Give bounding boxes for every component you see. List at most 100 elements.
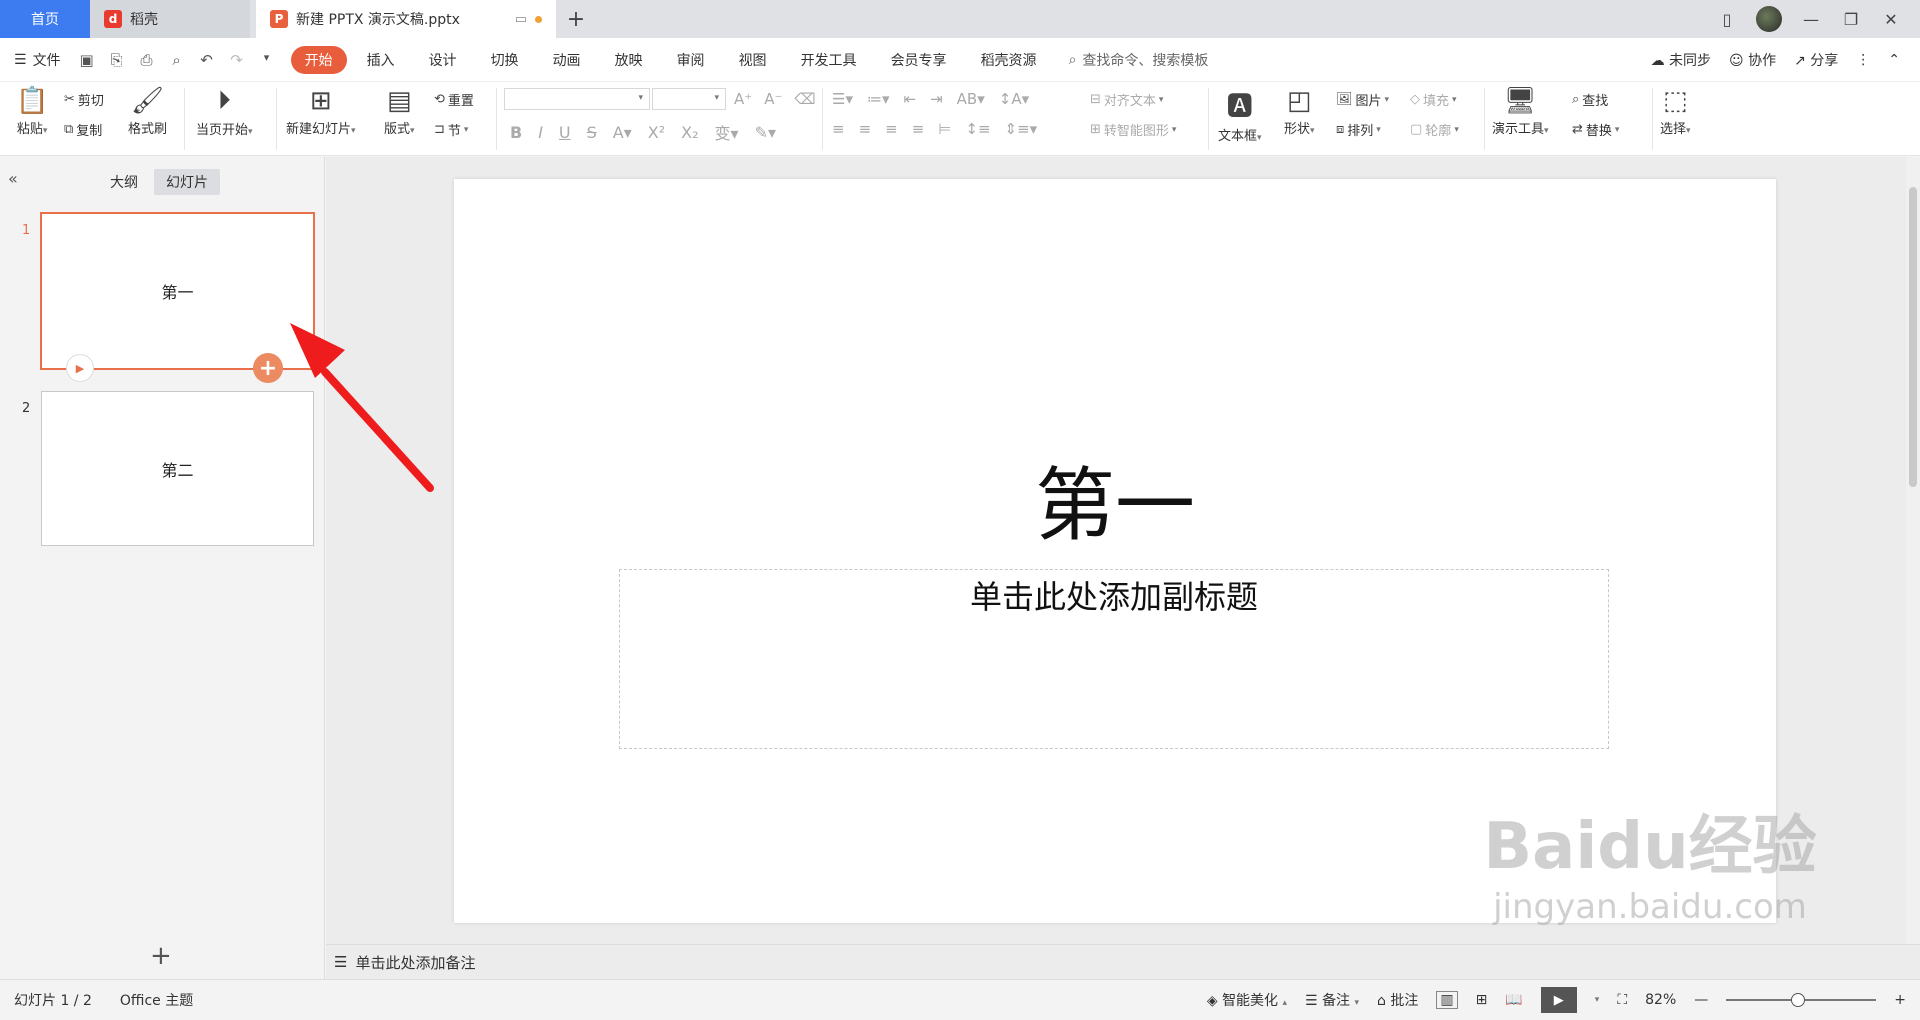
- italic-icon[interactable]: I: [538, 123, 543, 142]
- minimize-icon[interactable]: —: [1800, 10, 1822, 29]
- align-right-icon[interactable]: ≡: [885, 120, 898, 138]
- comments-button[interactable]: ⌂ 批注: [1377, 990, 1418, 1010]
- tab-document[interactable]: P 新建 PPTX 演示文稿.pptx ▭: [256, 0, 556, 38]
- restore-icon[interactable]: ❐: [1840, 10, 1862, 29]
- subscript-icon[interactable]: X₂: [681, 123, 698, 142]
- tab-slides[interactable]: 幻灯片: [154, 169, 220, 195]
- collab-button[interactable]: ☺ 协作: [1729, 50, 1776, 70]
- copy-button[interactable]: ⧉ 复制: [64, 120, 102, 139]
- zoom-out-icon[interactable]: —: [1694, 992, 1708, 1008]
- tab-insert[interactable]: 插入: [353, 46, 409, 74]
- tab-daoke[interactable]: d 稻壳: [90, 0, 250, 38]
- char-spacing-icon[interactable]: 变▾: [715, 120, 739, 144]
- new-tab-button[interactable]: +: [556, 0, 596, 38]
- clear-format-icon[interactable]: ⌫: [794, 90, 815, 108]
- find-button[interactable]: ⌕ 查找: [1572, 90, 1608, 109]
- bullet-list-icon[interactable]: ☰▾: [832, 90, 853, 108]
- add-slide-button[interactable]: +: [150, 941, 172, 971]
- picture-button[interactable]: 🖼 图片 ▾: [1336, 90, 1389, 109]
- vertical-scrollbar[interactable]: [1906, 157, 1920, 944]
- zoom-slider-knob[interactable]: [1791, 993, 1806, 1007]
- increase-font-icon[interactable]: A⁺: [734, 90, 752, 108]
- underline-icon[interactable]: U: [559, 123, 571, 142]
- tab-view[interactable]: 视图: [725, 46, 781, 74]
- save-icon[interactable]: ▣: [77, 51, 97, 69]
- fit-window-icon[interactable]: ⛶: [1617, 992, 1627, 1008]
- outline-button[interactable]: ▢ 轮廓 ▾: [1410, 120, 1459, 139]
- arrange-button[interactable]: ⧈ 排列 ▾: [1336, 120, 1381, 139]
- layout-button[interactable]: ▤ 版式▾: [384, 86, 415, 137]
- select-button[interactable]: ⬚ 选择▾: [1660, 86, 1691, 137]
- slide-thumbnail-2[interactable]: 第二: [41, 391, 314, 546]
- smart-art-button[interactable]: ⊞ 转智能图形 ▾: [1090, 120, 1176, 139]
- file-menu-button[interactable]: ☰ 文件: [14, 50, 61, 70]
- numbered-list-icon[interactable]: ≔▾: [867, 90, 890, 108]
- present-tools-button[interactable]: 🖥 演示工具▾: [1492, 86, 1549, 137]
- redo-icon[interactable]: ↷: [227, 51, 247, 69]
- zoom-level[interactable]: 82%: [1645, 992, 1676, 1008]
- grid-view-icon[interactable]: ⊞: [1476, 992, 1488, 1008]
- subtitle-placeholder[interactable]: 单击此处添加副标题: [619, 569, 1609, 749]
- text-direction-icon[interactable]: AB▾: [957, 90, 985, 108]
- font-color-icon[interactable]: A▾: [613, 123, 632, 142]
- zoom-slider[interactable]: [1726, 993, 1877, 1007]
- notes-bar[interactable]: ☰ 单击此处添加备注: [326, 944, 1920, 979]
- tab-design[interactable]: 设计: [415, 46, 471, 74]
- align-center-icon[interactable]: ≡: [859, 120, 872, 138]
- theme-name[interactable]: Office 主题: [120, 990, 193, 1010]
- shape-button[interactable]: ◰ 形状▾: [1284, 86, 1315, 137]
- tab-home[interactable]: 首页: [0, 0, 90, 38]
- tab-review[interactable]: 审阅: [663, 46, 719, 74]
- fill-button[interactable]: ◇ 填充 ▾: [1410, 90, 1457, 109]
- zoom-in-icon[interactable]: +: [1894, 992, 1906, 1008]
- command-search[interactable]: ⌕ 查找命令、搜索模板: [1069, 50, 1209, 70]
- tab-slideshow[interactable]: 放映: [601, 46, 657, 74]
- replace-button[interactable]: ⇄ 替换 ▾: [1572, 120, 1619, 139]
- tab-animation[interactable]: 动画: [539, 46, 595, 74]
- sync-button[interactable]: ☁ 未同步: [1651, 50, 1711, 70]
- distribute-icon[interactable]: ⊨: [938, 120, 951, 138]
- slide-thumbnail-1[interactable]: 第一: [40, 212, 315, 370]
- format-painter-button[interactable]: 🖌 格式刷: [128, 86, 167, 137]
- beautify-button[interactable]: ◈ 智能美化 ▴: [1207, 990, 1287, 1010]
- bold-icon[interactable]: B: [510, 123, 522, 142]
- undo-icon[interactable]: ↶: [197, 51, 217, 69]
- strikethrough-icon[interactable]: S: [587, 123, 597, 142]
- tab-transition[interactable]: 切换: [477, 46, 533, 74]
- decrease-indent-icon[interactable]: ⇤: [904, 90, 917, 108]
- tab-daoke-resources[interactable]: 稻壳资源: [967, 46, 1051, 74]
- superscript-icon[interactable]: X²: [648, 123, 665, 142]
- section-button[interactable]: ⊐ 节 ▾: [434, 120, 468, 139]
- screen-icon[interactable]: ▭: [515, 12, 527, 27]
- cut-button[interactable]: ✂ 剪切: [64, 90, 104, 109]
- scrollbar-thumb[interactable]: [1909, 187, 1917, 487]
- print-icon[interactable]: ⎙: [137, 51, 157, 69]
- reset-button[interactable]: ⟲ 重置: [434, 90, 474, 109]
- play-from-current-button[interactable]: ⏵ 当页开始▾: [196, 86, 253, 138]
- preview-icon[interactable]: ⌕: [167, 51, 187, 69]
- avatar[interactable]: [1756, 6, 1782, 32]
- slide-title[interactable]: 第一: [454, 441, 1776, 557]
- slideshow-play-button[interactable]: ▶: [1540, 987, 1577, 1013]
- close-icon[interactable]: ✕: [1880, 10, 1902, 29]
- highlight-icon[interactable]: ✎▾: [755, 123, 776, 142]
- paste-button[interactable]: 📋 粘贴▾: [16, 86, 48, 137]
- reading-view-icon[interactable]: 📖: [1505, 992, 1522, 1008]
- para-spacing-icon[interactable]: ⇕≡▾: [1005, 120, 1038, 138]
- customize-icon[interactable]: ▾: [257, 51, 277, 69]
- textbox-button[interactable]: 🅰 文本框▾: [1218, 86, 1262, 144]
- increase-indent-icon[interactable]: ⇥: [930, 90, 943, 108]
- collapse-panel-icon[interactable]: «: [8, 169, 18, 188]
- share-button[interactable]: ↗ 分享: [1794, 50, 1838, 70]
- more-icon[interactable]: ⋮: [1856, 52, 1870, 68]
- align-left-icon[interactable]: ≡: [832, 120, 845, 138]
- decrease-font-icon[interactable]: A⁻: [764, 90, 782, 108]
- tab-start[interactable]: 开始: [290, 45, 347, 74]
- sort-icon[interactable]: ↕A▾: [999, 90, 1029, 108]
- notes-toggle-button[interactable]: ☰ 备注 ▾: [1305, 990, 1359, 1010]
- line-spacing-icon[interactable]: ↕≡: [965, 120, 990, 138]
- play-slide-icon[interactable]: ▶: [66, 354, 94, 382]
- tab-member[interactable]: 会员专享: [877, 46, 961, 74]
- normal-view-icon[interactable]: ▥: [1436, 991, 1458, 1009]
- slideshow-dropdown-icon[interactable]: ▾: [1595, 995, 1600, 1005]
